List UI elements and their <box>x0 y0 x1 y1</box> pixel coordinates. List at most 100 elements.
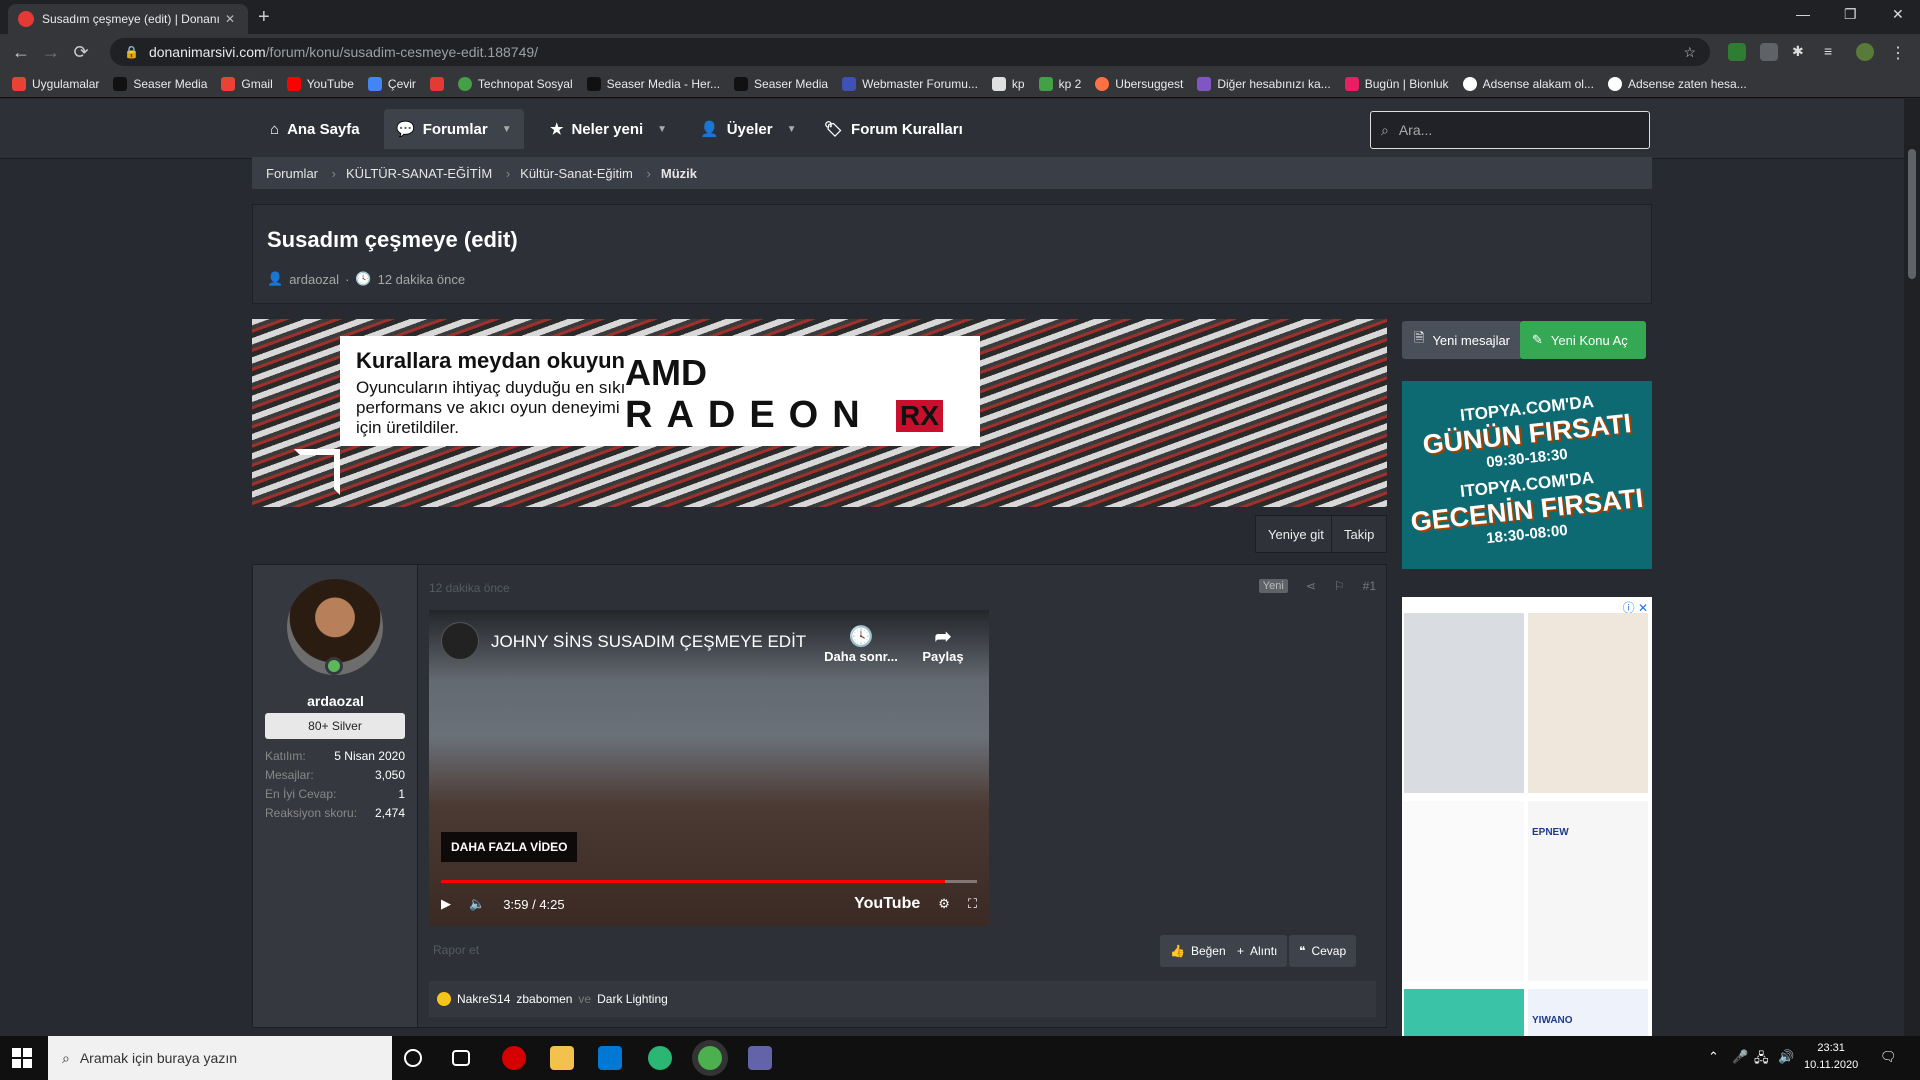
breadcrumb-item[interactable]: KÜLTÜR-SANAT-EĞİTİM <box>332 166 510 181</box>
nav-forums[interactable]: 💬 Forumlar ▼ <box>384 109 524 149</box>
new-tab-button[interactable]: + <box>258 6 270 29</box>
bookmark-item[interactable]: Webmaster Forumu... <box>842 76 978 91</box>
forward-arrow-icon[interactable]: → <box>36 42 66 63</box>
bookmark-item[interactable]: kp <box>991 76 1025 91</box>
profile-avatar[interactable] <box>1856 43 1874 61</box>
bookmark-item[interactable]: Çevir <box>367 76 416 91</box>
browser-tab[interactable]: Susadım çeşmeye (edit) | Donanı ✕ <box>8 4 248 34</box>
nav-members[interactable]: 👤 Üyeler ▼ <box>688 109 808 149</box>
address-bar[interactable]: 🔒 donanimarsivi.com /forum/konu/susadim-… <box>110 38 1710 66</box>
taskbar-search-input[interactable]: ⌕ Aramak için buraya yazın <box>48 1036 392 1080</box>
laptop-image[interactable]: EPNEW <box>1528 801 1648 981</box>
post-username[interactable]: ardaozal <box>253 693 418 709</box>
back-arrow-icon[interactable]: ← <box>6 42 36 63</box>
file-explorer-icon[interactable] <box>550 1046 574 1070</box>
youtube-logo[interactable]: YouTube <box>854 895 920 913</box>
product-ad[interactable]: ⓘ ✕ EPNEW YIWANO <box>1402 597 1652 1036</box>
breadcrumb-item[interactable]: Forumlar <box>252 166 336 181</box>
more-videos-button[interactable]: DAHA FAZLA VİDEO <box>441 832 578 862</box>
thread-author[interactable]: ardaozal <box>289 272 339 287</box>
opera-icon[interactable] <box>502 1046 526 1070</box>
media-icon[interactable]: ≡ <box>1824 43 1842 61</box>
post-time[interactable]: 12 dakika önce <box>429 581 510 595</box>
mail-icon[interactable] <box>598 1046 622 1070</box>
chevron-down-icon[interactable]: ▼ <box>787 124 797 135</box>
report-link[interactable]: Rapor et <box>433 943 479 957</box>
bookmark-item[interactable]: Seaser Media - Her... <box>586 76 720 91</box>
amd-banner-ad[interactable]: Kurallara meydan okuyun Oyuncuların ihti… <box>252 319 1387 507</box>
phone-image[interactable] <box>1404 989 1524 1036</box>
new-thread-button[interactable]: ✎ Yeni Konu Aç <box>1520 321 1646 359</box>
video-title[interactable]: JOHNY SİNS SUSADIM ÇEŞMEYE EDİT <box>491 632 806 652</box>
search-input[interactable]: ⌕ Ara... <box>1370 111 1650 149</box>
tray-chevron-icon[interactable]: ⌃ <box>1708 1049 1719 1065</box>
chrome-icon[interactable] <box>698 1046 722 1070</box>
reactor-link[interactable]: NakreS14 <box>457 992 510 1006</box>
chevron-down-icon[interactable]: ▼ <box>657 124 667 135</box>
follow-button[interactable]: Takip <box>1331 515 1388 553</box>
menu-kebab-icon[interactable]: ⋮ <box>1890 43 1908 62</box>
settings-gear-icon[interactable]: ⚙ <box>938 896 950 912</box>
play-icon[interactable]: ▶ <box>441 896 451 912</box>
quote-button[interactable]: + Alıntı <box>1227 935 1288 967</box>
windows-start-icon[interactable] <box>12 1048 32 1068</box>
youtube-video-player[interactable]: JOHNY SİNS SUSADIM ÇEŞMEYE EDİT 🕓 Daha s… <box>429 610 989 926</box>
close-window-button[interactable]: ✕ <box>1892 6 1904 23</box>
page-scrollbar[interactable] <box>1904 99 1920 1036</box>
product-image[interactable]: YIWANO <box>1528 989 1648 1036</box>
bookmark-item[interactable]: Gmail <box>221 76 273 91</box>
volume-icon[interactable]: 🔈 <box>469 896 485 912</box>
fullscreen-icon[interactable]: ⛶ <box>968 896 977 912</box>
reactor-link[interactable]: Dark Lighting <box>597 992 668 1006</box>
edge-icon[interactable] <box>648 1046 672 1070</box>
channel-avatar[interactable] <box>441 622 479 660</box>
go-to-new-button[interactable]: Yeniye git <box>1255 515 1337 553</box>
share-icon[interactable]: ⋖ <box>1306 579 1316 593</box>
bookmark-item[interactable]: Adsense alakam ol... <box>1462 76 1594 91</box>
reply-button[interactable]: ❝ Cevap <box>1289 935 1357 967</box>
taskbar-clock[interactable]: 23:31 10.11.2020 <box>1804 1040 1858 1074</box>
minimize-button[interactable]: — <box>1796 6 1810 22</box>
microphone-icon[interactable]: 🎤 <box>1732 1049 1748 1065</box>
bookmark-item[interactable]: Seaser Media <box>734 76 828 91</box>
notification-icon[interactable]: 🗨 <box>1880 1049 1897 1065</box>
extension-icon[interactable] <box>1760 43 1778 61</box>
reactor-link[interactable]: zbabomen <box>516 992 572 1006</box>
share-button[interactable]: ➦ Paylaş <box>903 624 983 664</box>
bookmark-icon[interactable]: ⚐ <box>1334 579 1345 593</box>
itopya-ad[interactable]: ITOPYA.COM'DA GÜNÜN FIRSATI 09:30-18:30 … <box>1402 381 1652 569</box>
bookmark-item[interactable]: kp 2 <box>1038 76 1081 91</box>
nav-forum-rules[interactable]: 🏷 Forum Kuralları <box>812 109 975 149</box>
watch-later-button[interactable]: 🕓 Daha sonr... <box>821 624 901 664</box>
bookmark-item[interactable]: Ubersuggest <box>1095 76 1183 91</box>
bookmark-item[interactable] <box>429 76 444 91</box>
thread-time[interactable]: 12 dakika önce <box>378 272 465 287</box>
bookmark-item[interactable]: Diğer hesabınızı ka... <box>1197 76 1331 91</box>
restore-button[interactable]: ❐ <box>1844 6 1857 23</box>
bookmark-item[interactable]: Technopat Sosyal <box>457 76 573 91</box>
tab-close-icon[interactable]: ✕ <box>222 12 238 26</box>
nav-whats-new[interactable]: ★ Neler yeni ▼ <box>538 109 679 149</box>
jacket-image[interactable] <box>1528 613 1648 793</box>
scrollbar-thumb[interactable] <box>1908 149 1916 279</box>
video-progress-bar[interactable] <box>441 880 977 883</box>
like-button[interactable]: 👍 Beğen <box>1160 935 1236 967</box>
reload-icon[interactable]: ⟳ <box>66 42 96 63</box>
volume-icon[interactable]: 🔊 <box>1778 1049 1794 1065</box>
tracksuit-image[interactable] <box>1404 801 1524 981</box>
bookmark-item[interactable]: YouTube <box>286 76 354 91</box>
cortana-icon[interactable] <box>404 1049 422 1067</box>
breadcrumb-item[interactable]: Müzik <box>647 166 711 181</box>
extension-icon[interactable] <box>1728 43 1746 61</box>
bookmark-star-icon[interactable]: ☆ <box>1683 44 1696 61</box>
app-icon[interactable] <box>748 1046 772 1070</box>
laptop-stack-image[interactable] <box>1404 613 1524 793</box>
bookmark-item[interactable]: Adsense zaten hesa... <box>1607 76 1747 91</box>
nav-home[interactable]: ⌂ Ana Sayfa <box>258 109 372 149</box>
network-icon[interactable]: 🖧 <box>1754 1049 1769 1071</box>
bookmark-item[interactable]: Seaser Media <box>113 76 207 91</box>
post-number[interactable]: #1 <box>1363 579 1376 593</box>
new-posts-button[interactable]: 🗎 Yeni mesajlar <box>1402 321 1523 359</box>
chevron-down-icon[interactable]: ▼ <box>502 124 512 135</box>
breadcrumb-item[interactable]: Kültür-Sanat-Eğitim <box>506 166 650 181</box>
